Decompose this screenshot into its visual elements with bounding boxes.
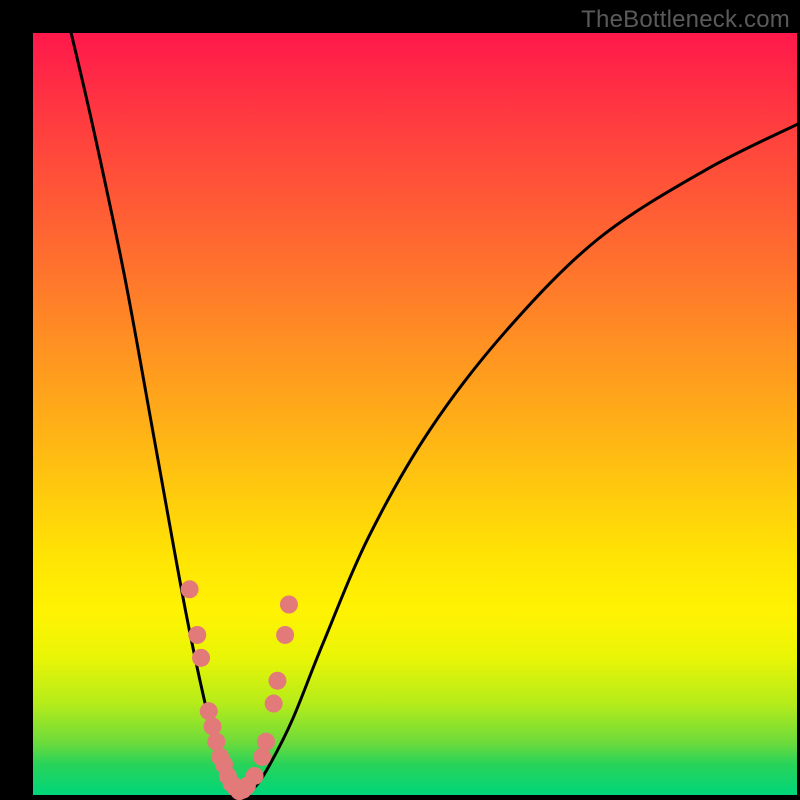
marker-dot: [257, 733, 275, 751]
curve-path-group: [71, 33, 797, 796]
marker-dot: [280, 596, 298, 614]
marker-dot: [265, 695, 283, 713]
marker-dot: [204, 717, 222, 735]
marker-dot: [207, 733, 225, 751]
marker-dot: [192, 649, 210, 667]
bottleneck-curve-svg: [33, 33, 797, 795]
bottleneck-curve: [71, 33, 797, 796]
marker-dot: [246, 767, 264, 785]
marker-dot: [200, 702, 218, 720]
chart-frame: TheBottleneck.com: [0, 0, 800, 800]
marker-dot: [268, 672, 286, 690]
watermark-text: TheBottleneck.com: [581, 6, 790, 34]
marker-dots-group: [181, 580, 298, 800]
marker-dot: [188, 626, 206, 644]
marker-dot: [181, 580, 199, 598]
marker-dot: [276, 626, 294, 644]
plot-area: [33, 33, 797, 795]
marker-dot: [253, 748, 271, 766]
